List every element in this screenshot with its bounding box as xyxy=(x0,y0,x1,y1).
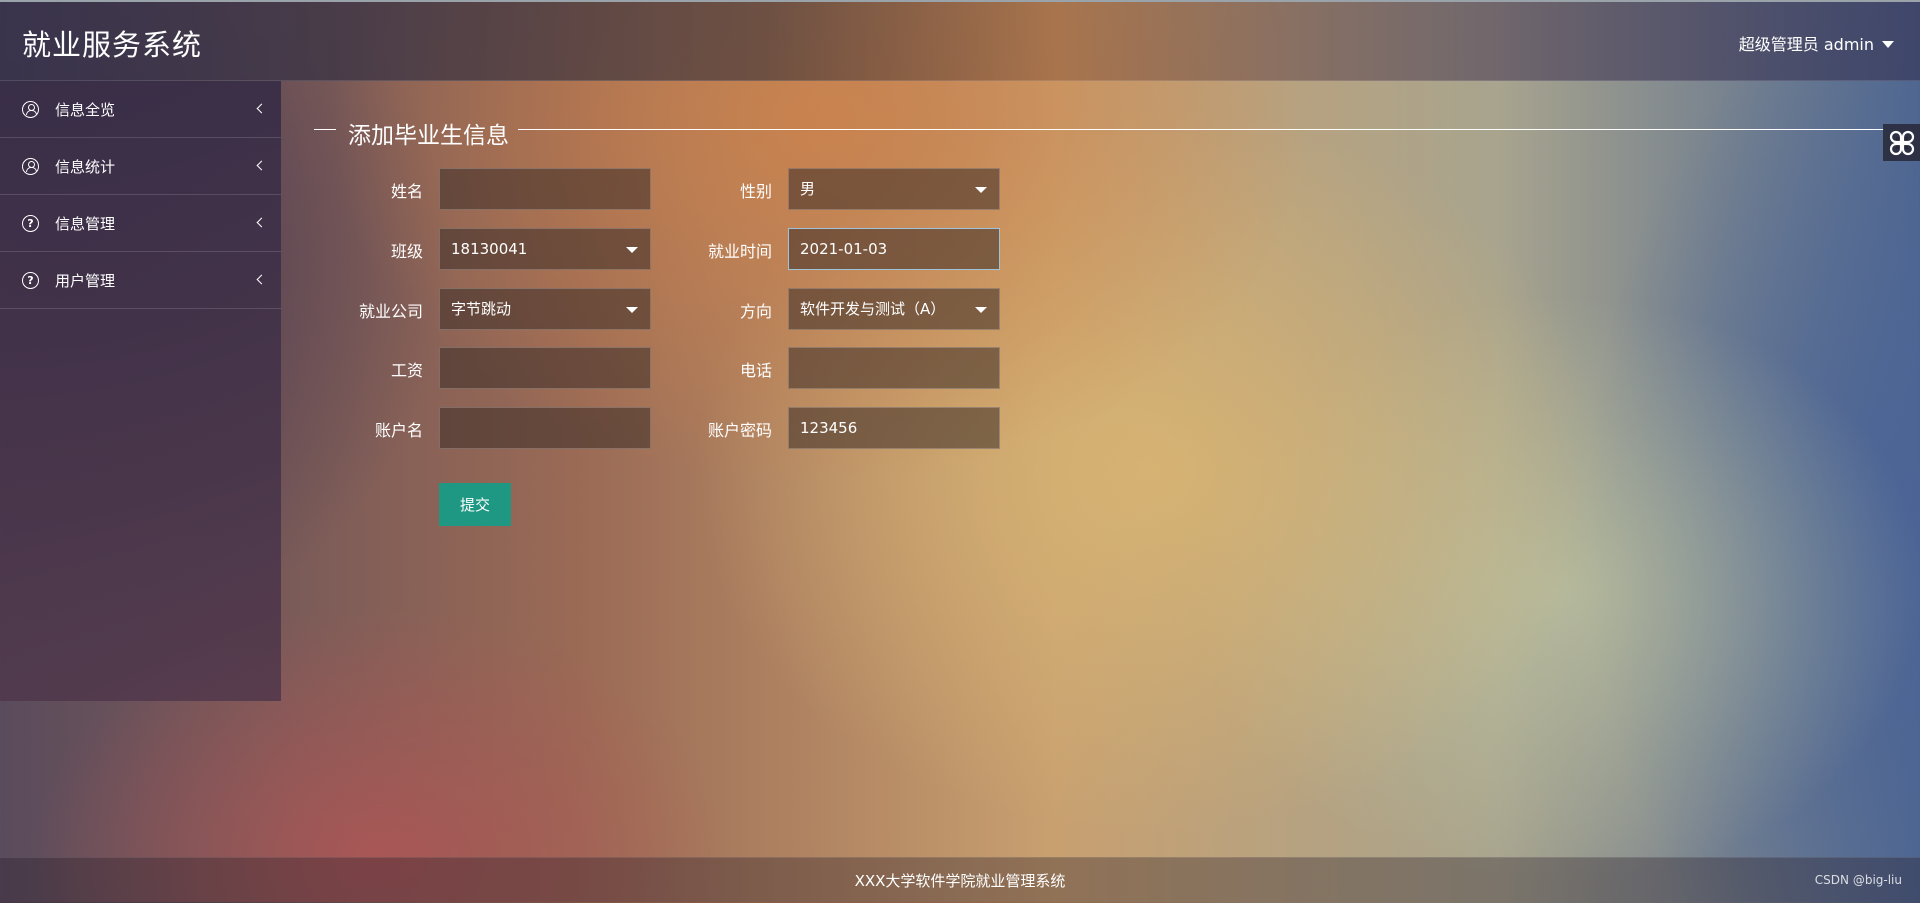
sidebar-item-label: 信息管理 xyxy=(55,214,116,233)
watermark: CSDN @big-liu xyxy=(1814,873,1902,887)
sidebar-item-info-management[interactable]: ? 信息管理 xyxy=(0,195,281,252)
chevron-left-icon xyxy=(256,274,267,285)
form-title: 添加毕业生信息 xyxy=(348,123,509,149)
gender-label: 性别 xyxy=(739,182,772,201)
footer: XXX大学软件学院就业管理系统 CSDN @big-liu xyxy=(0,857,1920,903)
account-name-input[interactable] xyxy=(439,407,651,449)
employment-date-input[interactable] xyxy=(788,228,1000,270)
account-password-input[interactable] xyxy=(788,407,1000,449)
account-name-label: 账户名 xyxy=(374,421,423,440)
name-input[interactable] xyxy=(439,168,651,210)
caret-down-icon xyxy=(975,187,987,193)
name-label: 姓名 xyxy=(390,182,423,201)
footer-text: XXX大学软件学院就业管理系统 xyxy=(854,872,1066,890)
direction-value: 软件开发与测试（A） xyxy=(800,300,946,318)
sidebar-item-info-statistics[interactable]: 信息统计 xyxy=(0,138,281,195)
company-select[interactable]: 字节跳动 xyxy=(439,288,651,330)
user-circle-icon xyxy=(22,100,39,118)
sidebar-item-user-management[interactable]: ? 用户管理 xyxy=(0,252,281,309)
class-select[interactable]: 18130041 xyxy=(439,228,651,270)
sidebar: 信息全览 信息统计 ? 信息管理 ? 用户管理 xyxy=(0,81,281,701)
caret-down-icon xyxy=(975,307,987,313)
legend-divider xyxy=(518,129,1884,130)
caret-down-icon xyxy=(626,307,638,313)
top-bar: 就业服务系统 超级管理员 admin xyxy=(0,0,1920,81)
user-menu[interactable]: 超级管理员 admin xyxy=(1739,31,1894,55)
employment-date-label: 就业时间 xyxy=(707,242,772,261)
caret-down-icon xyxy=(626,247,638,253)
gender-select[interactable]: 男 xyxy=(788,168,1000,210)
form-legend: 添加毕业生信息 xyxy=(314,116,1884,149)
user-circle-icon xyxy=(22,157,39,175)
gender-value: 男 xyxy=(800,180,816,198)
class-label: 班级 xyxy=(390,242,423,261)
chevron-left-icon xyxy=(256,217,267,228)
question-circle-icon: ? xyxy=(22,214,39,232)
sidebar-item-label: 信息统计 xyxy=(55,157,116,176)
legend-divider xyxy=(314,129,336,130)
sidebar-item-label: 信息全览 xyxy=(55,100,116,119)
account-password-label: 账户密码 xyxy=(707,421,772,440)
company-label: 就业公司 xyxy=(358,302,423,321)
chevron-left-icon xyxy=(256,160,267,171)
phone-input[interactable] xyxy=(788,347,1000,389)
class-value: 18130041 xyxy=(451,240,528,258)
question-circle-icon: ? xyxy=(22,271,39,289)
sidebar-item-info-overview[interactable]: 信息全览 xyxy=(0,81,281,138)
phone-label: 电话 xyxy=(739,361,772,380)
salary-input[interactable] xyxy=(439,347,651,389)
command-icon[interactable] xyxy=(1883,124,1920,161)
user-menu-label: 超级管理员 admin xyxy=(1738,35,1874,54)
salary-label: 工资 xyxy=(390,361,423,380)
chevron-left-icon xyxy=(256,103,267,114)
direction-select[interactable]: 软件开发与测试（A） xyxy=(788,288,1000,330)
submit-button[interactable]: 提交 xyxy=(439,483,511,526)
sidebar-item-label: 用户管理 xyxy=(55,271,116,290)
company-value: 字节跳动 xyxy=(451,300,512,318)
caret-down-icon xyxy=(1882,40,1894,48)
direction-label: 方向 xyxy=(739,302,772,321)
app-title: 就业服务系统 xyxy=(22,28,203,62)
